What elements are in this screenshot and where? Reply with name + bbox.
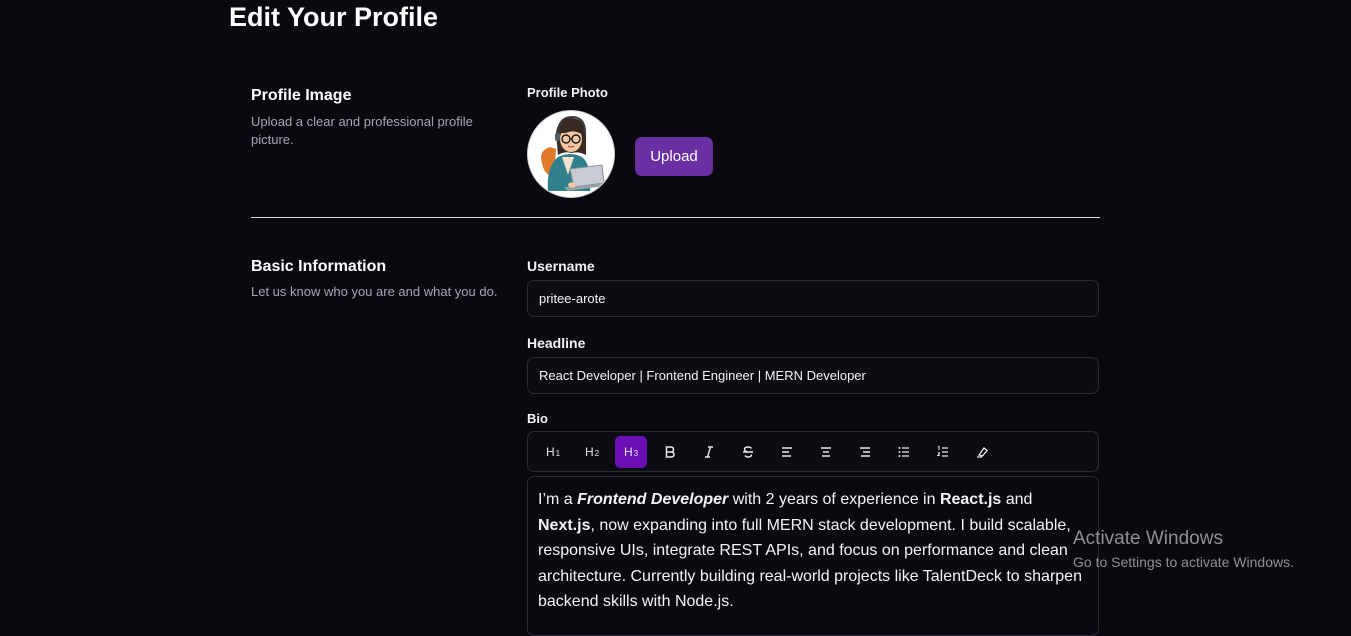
profile-image-description: Upload a clear and professional profile … [251, 114, 473, 147]
h3-icon: H3 [623, 444, 639, 459]
avatar-illustration [528, 111, 614, 197]
bio-bold: React.js [939, 491, 1002, 508]
section-divider [251, 217, 1100, 218]
clear-format-icon [977, 446, 988, 458]
clear-format-button[interactable] [966, 436, 998, 468]
align-right-button[interactable] [849, 436, 881, 468]
basic-info-description: Let us know who you are and what you do. [251, 284, 498, 299]
bio-editor[interactable]: I’m a Frontend Developer with 2 years of… [527, 476, 1099, 636]
h1-icon: H1 [545, 444, 561, 459]
bullet-list-icon [898, 446, 909, 457]
basic-info-section-title: Basic Information [251, 258, 387, 275]
ordered-list-icon [936, 445, 948, 457]
heading-3-button[interactable]: H3 [615, 435, 647, 468]
bio-text: with 2 years of experience in [728, 491, 940, 508]
bold-icon [665, 445, 675, 458]
align-center-button[interactable] [810, 436, 842, 468]
username-label: Username [527, 258, 595, 274]
align-right-icon [860, 446, 870, 457]
align-left-icon [782, 446, 792, 457]
headline-input[interactable] [527, 357, 1099, 394]
strikethrough-icon [743, 445, 753, 458]
page-title: Edit Your Profile [229, 2, 439, 32]
align-left-button[interactable] [771, 436, 803, 468]
username-input[interactable] [527, 280, 1099, 317]
activation-watermark-title: Activate Windows [1073, 528, 1223, 549]
profile-photo-label: Profile Photo [527, 85, 608, 100]
heading-1-button[interactable]: H1 [537, 436, 569, 468]
bio-label: Bio [527, 411, 548, 426]
ordered-list-button[interactable] [927, 436, 959, 468]
italic-button[interactable] [693, 436, 725, 468]
bold-button[interactable] [654, 436, 686, 468]
italic-icon [705, 445, 713, 458]
avatar[interactable] [527, 110, 615, 198]
activation-watermark-subtitle: Go to Settings to activate Windows. [1073, 554, 1294, 570]
bio-bold: Next.js [538, 516, 591, 534]
bio-text: and [1001, 491, 1033, 508]
profile-image-section-title: Profile Image [251, 87, 352, 104]
bio-text: , now expanding into full MERN stack dev… [538, 516, 1082, 611]
bio-toolbar: H1 H2 H3 [527, 431, 1099, 472]
h2-icon: H2 [584, 444, 600, 459]
headline-label: Headline [527, 335, 586, 351]
upload-button[interactable]: Upload [635, 137, 713, 176]
heading-2-button[interactable]: H2 [576, 436, 608, 468]
bio-text: I’m a [538, 491, 578, 508]
strikethrough-button[interactable] [732, 436, 764, 468]
bio-emphasis: Frontend Developer [577, 491, 729, 508]
bullet-list-button[interactable] [888, 436, 920, 468]
align-center-icon [821, 446, 831, 457]
